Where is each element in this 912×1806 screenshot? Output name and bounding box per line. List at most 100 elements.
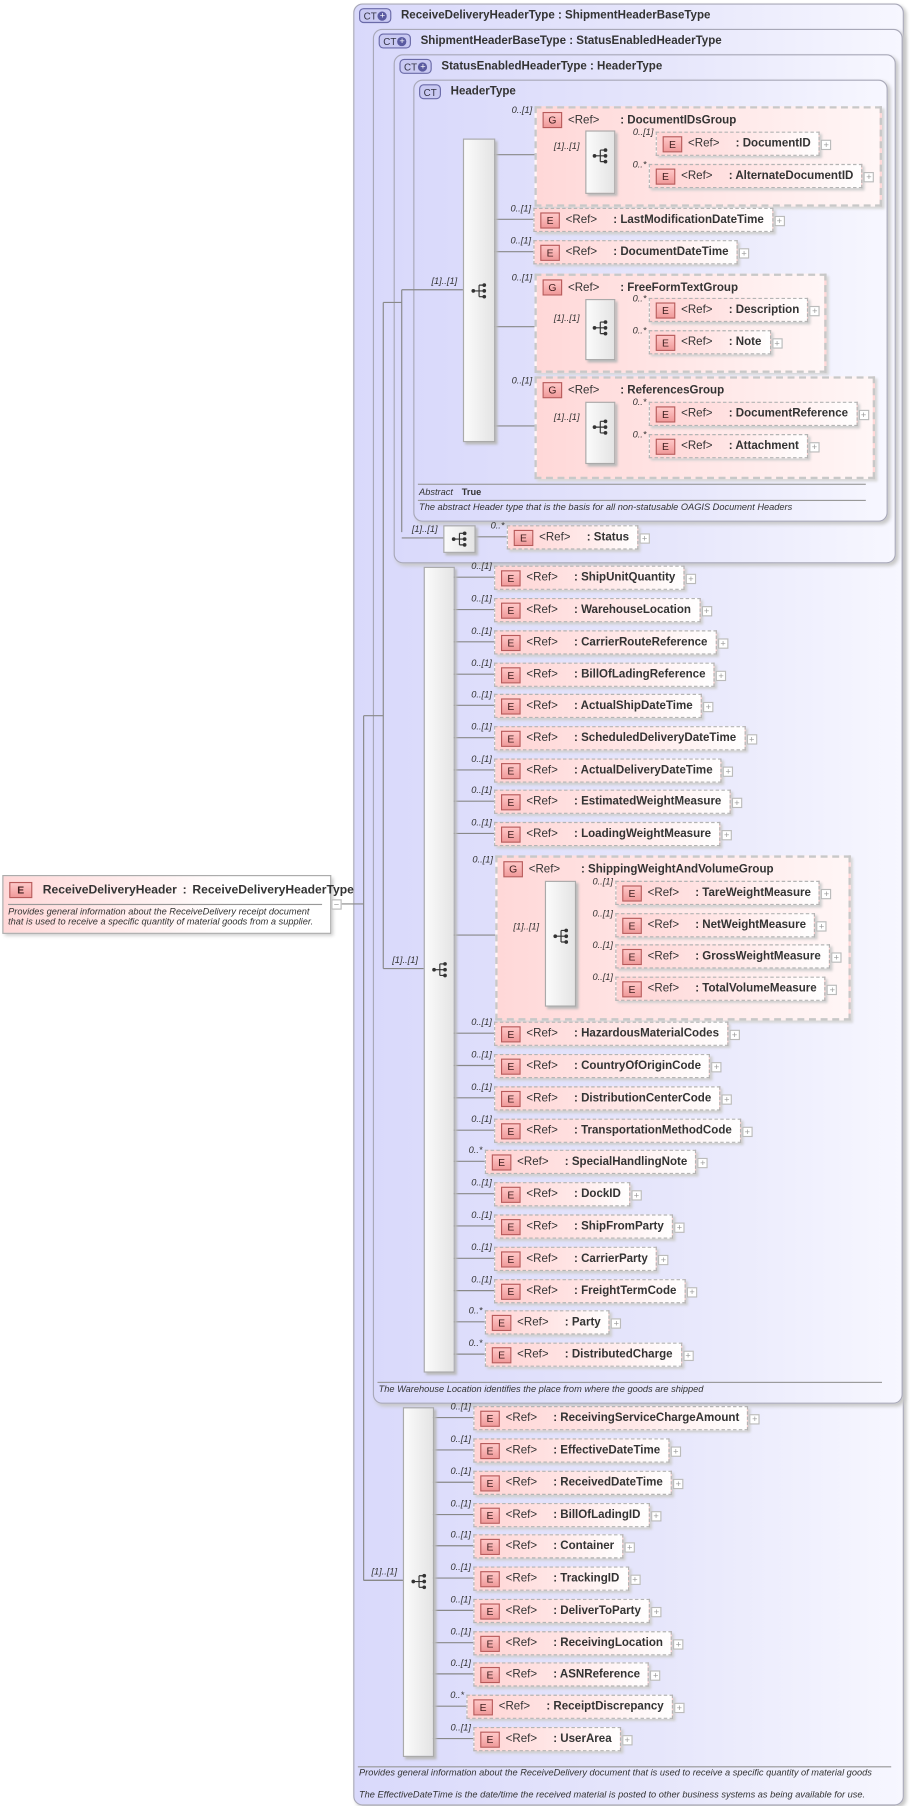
element-9[interactable]: E <Ref>: ReceiptDiscrepancy + <box>466 1694 685 1719</box>
collapse-icon[interactable]: − <box>331 899 342 910</box>
sequence-compositor[interactable] <box>585 130 616 194</box>
expand-icon[interactable]: + <box>729 1029 740 1041</box>
element-10[interactable]: E <Ref>: DistributedCharge + <box>484 1342 694 1367</box>
element-1[interactable]: E <Ref>: EffectiveDateTime + <box>473 1438 681 1463</box>
element-7[interactable]: E <Ref>: EstimatedWeightMeasure + <box>494 789 743 814</box>
element-6[interactable]: E <Ref>: ShipFromParty + <box>494 1214 685 1239</box>
expand-icon[interactable]: + <box>703 701 714 713</box>
expand-icon[interactable]: + <box>746 734 757 745</box>
expand-icon[interactable]: + <box>674 1222 685 1233</box>
expand-icon[interactable]: + <box>816 921 827 932</box>
expand-icon[interactable]: + <box>821 888 832 900</box>
element-8[interactable]: E <Ref>: ASNReference + <box>473 1662 661 1687</box>
expand-icon[interactable]: + <box>611 1318 622 1329</box>
root-element-receive-delivery-header[interactable]: E ReceiveDeliveryHeader : ReceiveDeliver… <box>2 875 354 934</box>
element-6[interactable]: E <Ref>: DeliverToParty + <box>473 1598 662 1624</box>
expand-icon[interactable]: + <box>631 1190 642 1201</box>
element-5[interactable]: E <Ref>: TrackingID + <box>473 1566 641 1591</box>
expand-icon[interactable]: + <box>651 1606 662 1618</box>
expand-icon[interactable]: + <box>622 1735 633 1746</box>
element-2[interactable]: E <Ref>: ReceivedDateTime + <box>473 1470 684 1495</box>
element-10[interactable]: E <Ref>: UserArea + <box>473 1726 633 1752</box>
element-1[interactable]: E <Ref>: Attachment + <box>648 434 820 459</box>
expand-icon[interactable]: + <box>731 797 743 809</box>
expand-icon[interactable]: + <box>697 1157 709 1169</box>
sequence-compositor[interactable] <box>585 401 616 465</box>
expand-icon[interactable]: + <box>863 172 875 183</box>
element-status[interactable]: E <Ref>: Status + <box>506 525 650 550</box>
sequence-compositor[interactable] <box>462 138 496 443</box>
sequence-compositor[interactable] <box>544 880 577 1007</box>
element-8[interactable]: E <Ref>: FreightTermCode + <box>494 1279 698 1304</box>
expand-icon[interactable]: + <box>809 442 820 453</box>
expand-icon[interactable]: + <box>673 1639 684 1650</box>
element-3[interactable]: E <Ref>: TransportationMethodCode + <box>494 1118 753 1143</box>
element-5[interactable]: E <Ref>: DockID + <box>494 1182 642 1207</box>
element-4[interactable]: E <Ref>: SpecialHandlingNote + <box>484 1149 709 1175</box>
expand-icon[interactable]: + <box>821 139 832 151</box>
element-0[interactable]: E <Ref>: HazardousMaterialCodes + <box>494 1021 740 1046</box>
element-2[interactable]: E <Ref>: GrossWeightMeasure + <box>615 944 842 969</box>
expand-icon[interactable]: + <box>771 338 783 349</box>
expand-icon[interactable]: + <box>809 305 821 317</box>
expand-icon[interactable]: + <box>639 533 650 544</box>
element-2[interactable]: E <Ref>: DistributionCenterCode + <box>494 1086 733 1111</box>
expand-icon[interactable]: + <box>629 1574 641 1585</box>
occurrence-label: 0..[1] <box>471 593 492 604</box>
element-0[interactable]: E <Ref>: ShipUnitQuantity + <box>494 565 697 590</box>
element-document_date[interactable]: E <Ref>: DocumentDateTime + <box>533 240 750 265</box>
element-1[interactable]: E <Ref>: Note + <box>648 330 783 355</box>
element-3[interactable]: E <Ref>: BillOfLadingReference + <box>494 662 727 687</box>
expand-icon[interactable]: + <box>658 1254 669 1266</box>
expand-icon[interactable]: + <box>674 1702 685 1714</box>
element-1[interactable]: E <Ref>: WarehouseLocation + <box>494 597 712 623</box>
element-last_modification[interactable]: E <Ref>: LastModificationDateTime + <box>533 207 785 233</box>
expand-icon[interactable]: + <box>686 1287 698 1298</box>
expand-icon[interactable]: + <box>738 248 750 259</box>
element-1[interactable]: E <Ref>: NetWeightMeasure + <box>615 913 827 938</box>
expand-icon[interactable]: + <box>682 1350 694 1362</box>
expand-icon[interactable]: + <box>701 606 712 617</box>
element-9[interactable]: E <Ref>: Party + <box>484 1310 622 1335</box>
expand-icon[interactable]: + <box>858 409 869 421</box>
element-0[interactable]: E <Ref>: Description + <box>648 297 821 323</box>
expand-icon[interactable]: + <box>742 1126 753 1138</box>
expand-icon[interactable]: + <box>670 1446 681 1457</box>
element-7[interactable]: E <Ref>: ReceivingLocation + <box>473 1631 684 1656</box>
expand-icon[interactable]: + <box>650 1670 661 1681</box>
element-0[interactable]: E <Ref>: ReceivingServiceChargeAmount + <box>473 1406 761 1431</box>
expand-icon[interactable]: + <box>827 984 838 996</box>
element-7[interactable]: E <Ref>: CarrierParty + <box>494 1246 669 1271</box>
expand-icon[interactable]: + <box>650 1511 662 1522</box>
expand-icon[interactable]: + <box>721 830 732 841</box>
element-0[interactable]: E <Ref>: DocumentID + <box>655 131 832 156</box>
sequence-compositor[interactable] <box>585 298 616 361</box>
expand-icon[interactable]: + <box>673 1478 684 1490</box>
element-3[interactable]: E <Ref>: TotalVolumeMeasure + <box>615 976 838 1001</box>
element-6[interactable]: E <Ref>: ActualDeliveryDateTime + <box>494 758 734 783</box>
element-1[interactable]: E <Ref>: CountryOfOriginCode + <box>494 1053 722 1079</box>
element-2[interactable]: E <Ref>: CarrierRouteReference + <box>494 630 729 655</box>
expand-icon[interactable]: + <box>749 1414 761 1425</box>
element-1[interactable]: E <Ref>: AlternateDocumentID + <box>648 163 875 189</box>
expand-icon[interactable]: + <box>721 1094 733 1105</box>
expand-icon[interactable]: + <box>717 638 729 649</box>
element-3[interactable]: E <Ref>: BillOfLadingID + <box>473 1503 662 1528</box>
expand-icon[interactable]: + <box>831 952 842 963</box>
element-5[interactable]: E <Ref>: ScheduledDeliveryDateTime + <box>494 726 757 751</box>
element-0[interactable]: E <Ref>: TareWeightMeasure + <box>615 880 832 906</box>
sequence-compositor[interactable] <box>402 1407 435 1757</box>
element-8[interactable]: E <Ref>: LoadingWeightMeasure + <box>494 821 732 847</box>
element-name: : Party <box>564 1316 601 1329</box>
expand-icon[interactable]: + <box>774 215 785 227</box>
expand-icon[interactable]: + <box>711 1062 722 1073</box>
expand-icon[interactable]: + <box>715 670 727 682</box>
element-0[interactable]: E <Ref>: DocumentReference + <box>648 401 869 426</box>
element-4[interactable]: E <Ref>: Container + <box>473 1534 635 1559</box>
sequence-compositor[interactable] <box>443 525 476 553</box>
sequence-compositor[interactable] <box>423 566 455 1373</box>
expand-icon[interactable]: + <box>624 1542 635 1553</box>
expand-icon[interactable]: + <box>685 573 697 585</box>
expand-icon[interactable]: + <box>723 766 734 777</box>
element-4[interactable]: E <Ref>: ActualShipDateTime + <box>494 693 714 719</box>
